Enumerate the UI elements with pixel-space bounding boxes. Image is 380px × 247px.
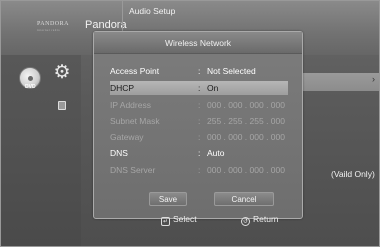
vaild-only-text: (Vaild Only) bbox=[331, 169, 375, 179]
disc-hole bbox=[28, 76, 33, 81]
footer-hints: ↵ Select ↺ Return bbox=[111, 211, 301, 227]
row-access-point[interactable]: Access Point : Not Selected bbox=[110, 64, 288, 78]
row-value: 000 . 000 . 000 . 000 bbox=[207, 132, 285, 142]
select-hint: ↵ Select bbox=[161, 213, 197, 226]
menu-item-audio-setup[interactable]: Audio Setup bbox=[129, 6, 175, 16]
row-label: Access Point bbox=[110, 66, 160, 76]
row-value: 000 . 000 . 000 . 000 bbox=[207, 165, 285, 175]
row-label: Gateway bbox=[110, 132, 144, 142]
row-separator: : bbox=[198, 148, 201, 158]
save-button[interactable]: Save bbox=[149, 192, 187, 206]
row-dns[interactable]: DNS : Auto bbox=[110, 146, 288, 160]
screen: PANDORA internet radio Pandora Audio Set… bbox=[0, 0, 380, 247]
row-separator: : bbox=[198, 100, 201, 110]
chevron-right-icon: › bbox=[372, 74, 375, 84]
row-label: DNS bbox=[110, 148, 128, 158]
row-gateway: Gateway : 000 . 000 . 000 . 000 bbox=[110, 130, 288, 144]
pandora-logo: PANDORA internet radio bbox=[37, 21, 81, 35]
row-separator: : bbox=[198, 116, 201, 126]
right-highlight-row[interactable]: › bbox=[301, 73, 379, 91]
return-icon: ↺ bbox=[241, 217, 250, 226]
left-sidebar bbox=[1, 55, 81, 246]
small-device-icon bbox=[58, 101, 66, 110]
select-icon: ↵ bbox=[161, 217, 170, 226]
row-value: 000 . 000 . 000 . 000 bbox=[207, 100, 285, 110]
gear-icon[interactable]: ⚙ bbox=[52, 63, 72, 83]
row-label: DNS Server bbox=[110, 165, 156, 175]
row-separator: : bbox=[198, 83, 201, 93]
row-separator: : bbox=[198, 132, 201, 142]
logo-text: PANDORA bbox=[37, 21, 69, 27]
menu-item-pandora[interactable]: Pandora bbox=[85, 19, 127, 31]
return-label: Return bbox=[253, 214, 279, 224]
dvd-label: DVD bbox=[25, 84, 36, 90]
row-dhcp[interactable]: DHCP : On bbox=[110, 81, 288, 95]
cancel-button[interactable]: Cancel bbox=[214, 192, 274, 206]
wireless-network-dialog: Wireless Network Access Point : Not Sele… bbox=[93, 31, 303, 219]
dialog-title: Wireless Network bbox=[94, 32, 302, 54]
row-label: DHCP bbox=[110, 83, 135, 93]
logo-sub-text: internet radio bbox=[37, 28, 61, 32]
row-separator: : bbox=[198, 66, 201, 76]
select-label: Select bbox=[173, 214, 197, 224]
row-value: 255 . 255 . 255 . 000 bbox=[207, 116, 285, 126]
row-ip-address: IP Address : 000 . 000 . 000 . 000 bbox=[110, 98, 288, 112]
row-subnet-mask: Subnet Mask : 255 . 255 . 255 . 000 bbox=[110, 114, 288, 128]
row-label: Subnet Mask bbox=[110, 116, 160, 126]
row-value: Not Selected bbox=[207, 66, 256, 76]
row-value: On bbox=[207, 83, 219, 93]
row-separator: : bbox=[198, 165, 201, 175]
row-dns-server: DNS Server : 000 . 000 . 000 . 000 bbox=[110, 163, 288, 177]
row-label: IP Address bbox=[110, 100, 151, 110]
row-value: Auto bbox=[207, 148, 225, 158]
return-hint: ↺ Return bbox=[241, 213, 279, 226]
